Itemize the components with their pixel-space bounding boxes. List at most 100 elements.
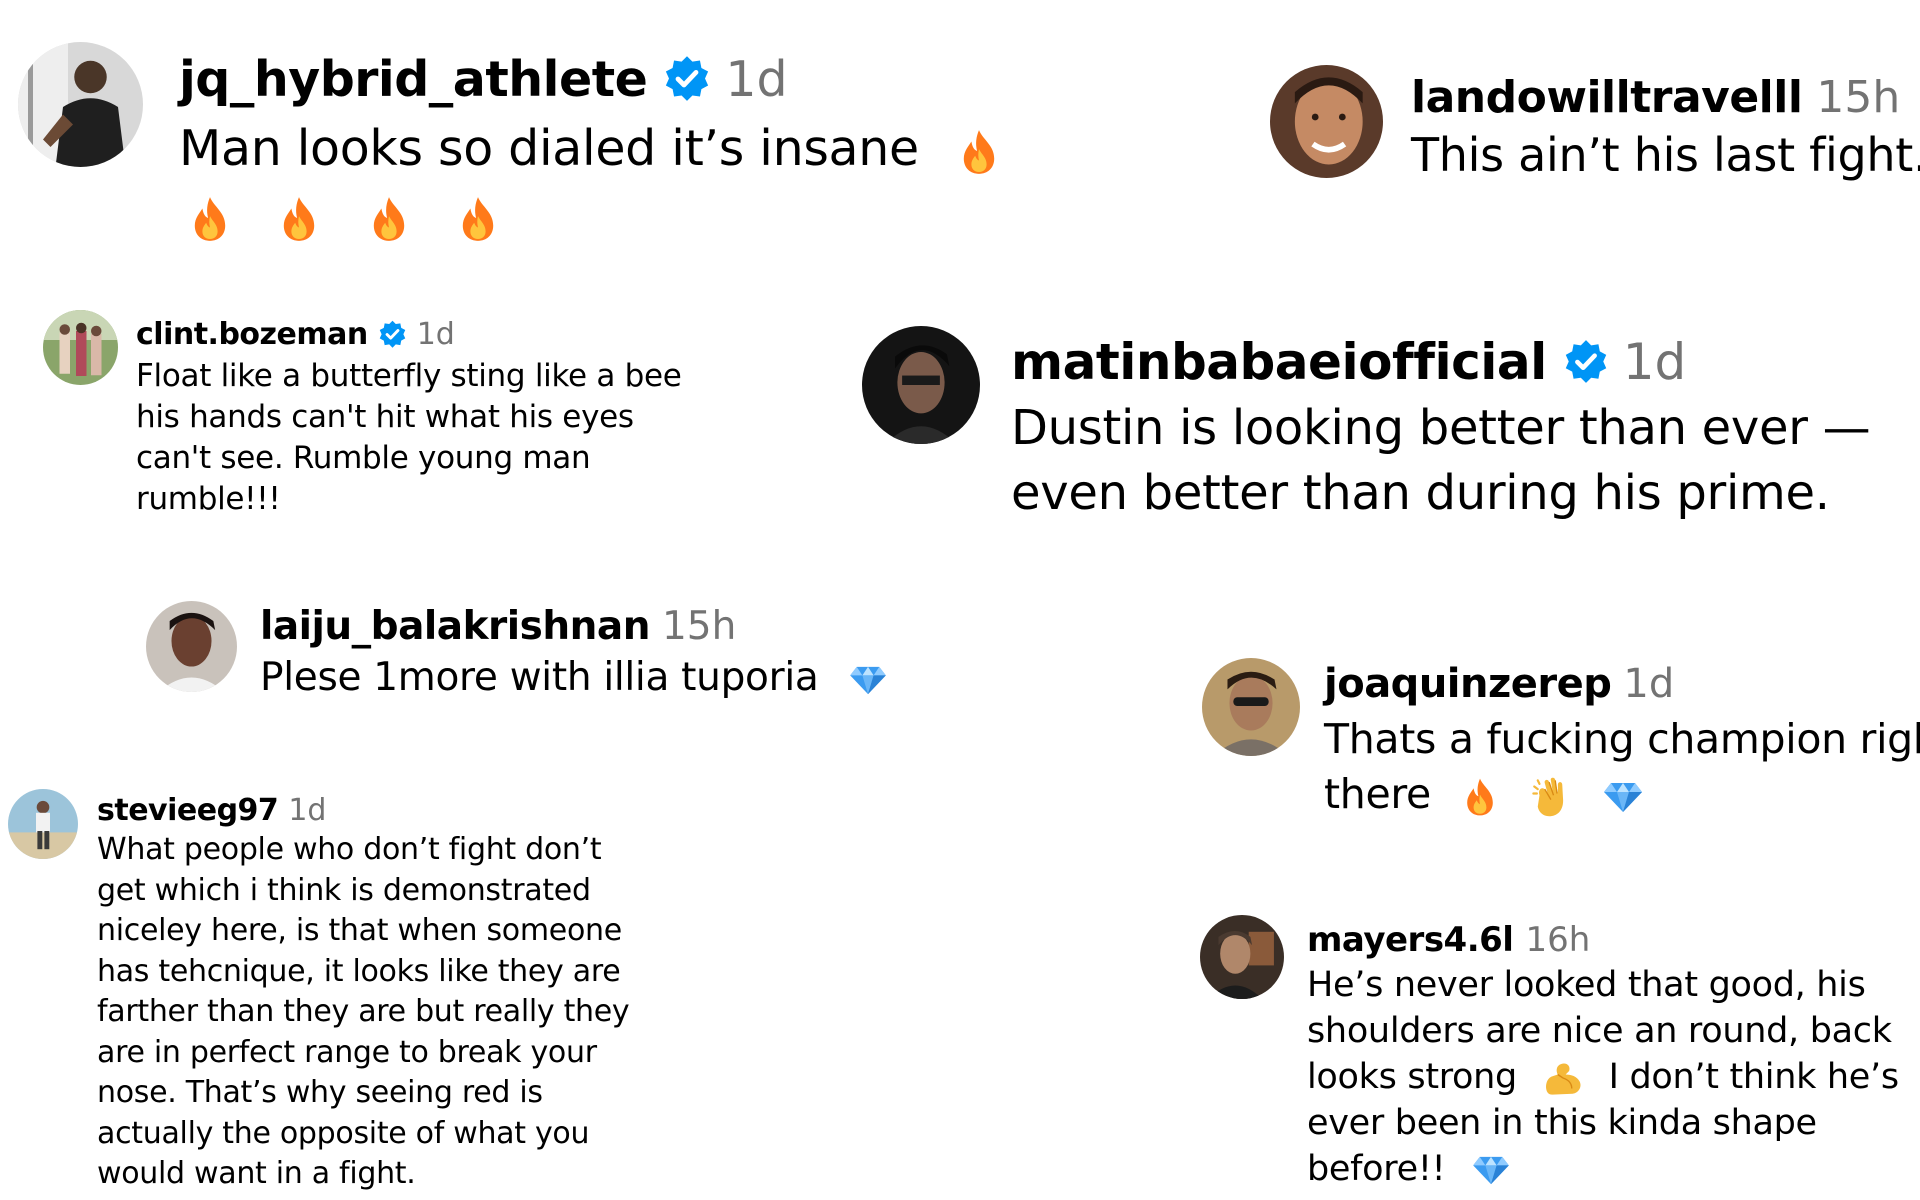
comment-text-line: ever been in this kinda shape xyxy=(1307,1103,1817,1143)
comment-text-line: Plese 1more with illia tuporia xyxy=(260,655,819,700)
diamond-emoji xyxy=(1472,1155,1510,1185)
comment-text: Dustin is looking better than ever — eve… xyxy=(1011,396,1871,526)
avatar-photo xyxy=(18,42,143,167)
comment-text-line: He’s never looked that good, his xyxy=(1307,965,1866,1005)
comment-text-line: before!! xyxy=(1307,1149,1446,1189)
comment-text-line: rumble!!! xyxy=(136,481,281,517)
fire-emoji xyxy=(1464,776,1496,818)
comment-header: clint.bozeman 1d xyxy=(136,314,682,354)
verified-badge-icon xyxy=(1563,339,1609,385)
comment-text-line: has tehcnique, it looks like they are xyxy=(97,953,621,989)
avatar-photo xyxy=(1270,65,1383,178)
comment-line: Man looks so dialed it’s insane xyxy=(179,118,998,180)
comment-header: mayers4.6l 16h xyxy=(1307,918,1899,962)
avatar[interactable] xyxy=(1200,915,1284,999)
comment-text-line: can't see. Rumble young man xyxy=(136,440,591,476)
comment-text-line: What people who don’t fight don’t xyxy=(97,832,602,867)
comment-header: stevieeg97 1d xyxy=(97,790,629,830)
comment-text-line: nose. That’s why seeing red is xyxy=(97,1075,543,1110)
comment-jq-hybrid-athlete: jq_hybrid_athlete 1d Man looks so dialed… xyxy=(18,42,998,247)
comment-text-line: farther than they are but really they xyxy=(97,994,630,1029)
comment-text: Thats a fucking champion right there xyxy=(1324,712,1920,822)
timestamp: 1d xyxy=(1623,661,1675,707)
comment-text: What people who don’t fight don’t get wh… xyxy=(97,830,630,1195)
comment-text: He’s never looked that good, his shoulde… xyxy=(1307,962,1899,1192)
comment-emoji-line xyxy=(191,186,998,248)
username[interactable]: laiju_balakrishnan xyxy=(260,604,650,649)
avatar-photo xyxy=(146,601,237,692)
comment-text-line: looks strong xyxy=(1307,1057,1517,1097)
username[interactable]: mayers4.6l xyxy=(1307,920,1514,960)
clapping-hands-emoji xyxy=(1530,776,1570,818)
comment-header: laiju_balakrishnan 15h xyxy=(260,601,887,651)
comment-text-line: get which i think is demonstrated xyxy=(97,872,591,908)
comment-text-line: would want in a fight. xyxy=(97,1156,416,1191)
comment-laiju-balakrishnan: laiju_balakrishnan 15h Plese 1more with … xyxy=(146,601,887,702)
avatar[interactable] xyxy=(8,789,78,859)
comment-line: looks strong I don’t think he’s xyxy=(1307,1054,1899,1100)
timestamp: 15h xyxy=(661,603,737,649)
comment-line: before!! xyxy=(1307,1146,1899,1192)
comment-text-line: Man looks so dialed it’s insane xyxy=(179,120,919,177)
avatar[interactable] xyxy=(18,42,143,167)
comment-text: This ain’t his last fight. xyxy=(1411,127,1920,185)
diamond-emoji xyxy=(1603,781,1643,813)
comment-text-line: niceley here, is that when someone xyxy=(97,913,622,948)
username[interactable]: landowilltravelll xyxy=(1411,72,1803,123)
comment-text-line: Thats a fucking champion right xyxy=(1324,715,1920,763)
avatar[interactable] xyxy=(1202,658,1300,756)
avatar-photo xyxy=(8,789,78,859)
verified-badge-icon xyxy=(378,320,407,349)
avatar-photo xyxy=(1202,658,1300,756)
diamond-emoji xyxy=(849,665,887,695)
avatar-photo xyxy=(43,310,118,385)
avatar-photo xyxy=(862,326,980,444)
comment-text-line: This ain’t his last fight. xyxy=(1411,128,1920,182)
avatar-photo xyxy=(1200,915,1284,999)
username[interactable]: clint.bozeman xyxy=(136,317,368,352)
flexed-biceps-emoji xyxy=(1542,1060,1584,1096)
comment-header: joaquinzerep 1d xyxy=(1324,658,1920,710)
comment-text-line: I don’t think he’s xyxy=(1608,1057,1899,1097)
comment-matinbabaeiofficial: matinbabaeiofficial 1d Dustin is looking… xyxy=(862,326,1871,526)
username[interactable]: matinbabaeiofficial xyxy=(1011,333,1547,391)
comment-text-line: actually the opposite of what you xyxy=(97,1115,590,1151)
comment-header: jq_hybrid_athlete 1d xyxy=(179,48,998,110)
comment-text-line: Float like a butterfly sting like a bee xyxy=(136,358,682,394)
avatar[interactable] xyxy=(862,326,980,444)
fire-emoji xyxy=(370,194,408,244)
fire-emoji xyxy=(459,194,497,244)
username[interactable]: jq_hybrid_athlete xyxy=(179,51,648,108)
username[interactable]: stevieeg97 xyxy=(97,793,279,828)
comment-landowilltravelll: landowilltravelll 15h This ain’t his las… xyxy=(1270,65,1920,185)
comment-text: Man looks so dialed it’s insane xyxy=(179,118,998,247)
comment-joaquinzerep: joaquinzerep 1d Thats a fucking champion… xyxy=(1202,658,1920,822)
comment-mayers4-6l: mayers4.6l 16h He’s never looked that go… xyxy=(1200,915,1899,1192)
comment-line: Plese 1more with illia tuporia xyxy=(260,653,887,702)
comment-clint-bozeman: clint.bozeman 1d Float like a butterfly … xyxy=(43,310,682,520)
avatar[interactable] xyxy=(1270,65,1383,178)
avatar[interactable] xyxy=(146,601,237,692)
fire-emoji xyxy=(960,127,998,177)
fire-emoji xyxy=(191,194,229,244)
comment-text-line: are in perfect range to break your xyxy=(97,1034,597,1070)
comment-stevieeg97: stevieeg97 1d What people who don’t figh… xyxy=(8,789,630,1195)
username[interactable]: joaquinzerep xyxy=(1324,661,1612,707)
comment-text-line: his hands can't hit what his eyes xyxy=(136,399,634,435)
comment-text-line: even better than during his prime. xyxy=(1011,465,1830,521)
comment-text: Plese 1more with illia tuporia xyxy=(260,653,887,702)
comment-line: there xyxy=(1324,767,1920,822)
timestamp: 1d xyxy=(1622,333,1687,391)
timestamp: 1d xyxy=(725,50,788,108)
comment-header: landowilltravelll 15h xyxy=(1411,69,1920,125)
timestamp: 1d xyxy=(416,316,455,352)
fire-emoji xyxy=(280,194,318,244)
timestamp: 1d xyxy=(288,792,327,828)
verified-badge-icon xyxy=(663,55,711,103)
comment-text-line: shoulders are nice an round, back xyxy=(1307,1011,1892,1051)
avatar[interactable] xyxy=(43,310,118,385)
comment-text: Float like a butterfly sting like a bee … xyxy=(136,356,682,520)
comment-header: matinbabaeiofficial 1d xyxy=(1011,330,1870,394)
comment-text-line: Dustin is looking better than ever — xyxy=(1011,400,1871,456)
timestamp: 15h xyxy=(1816,71,1901,123)
